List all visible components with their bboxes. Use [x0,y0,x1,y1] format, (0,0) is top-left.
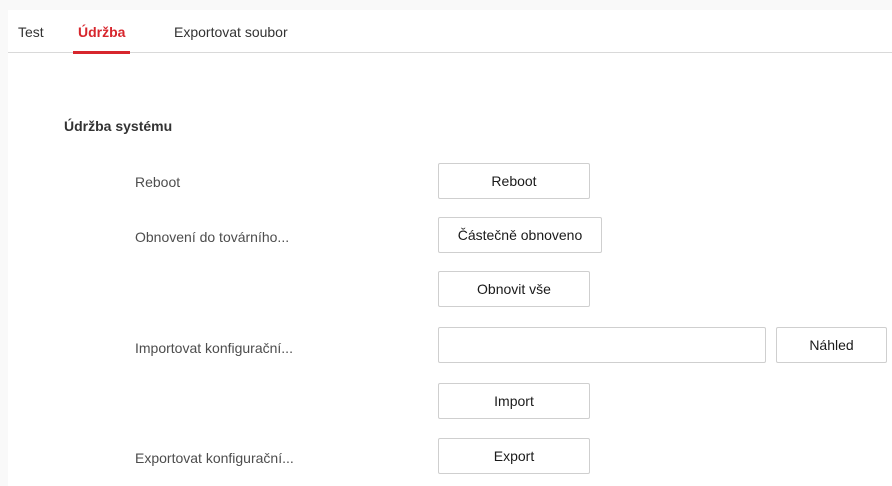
partial-restore-button[interactable]: Částečně obnoveno [438,217,602,253]
tab-maintenance[interactable]: Údržba [72,10,131,54]
tab-export-file[interactable]: Exportovat soubor [174,10,288,52]
export-button[interactable]: Export [438,438,590,474]
config-file-path-input[interactable] [438,327,766,363]
import-config-label: Importovat konfigurační... [135,340,293,356]
browse-button[interactable]: Náhled [776,327,887,363]
tab-test[interactable]: Test [18,10,44,52]
tab-bar: Test Údržba Exportovat soubor [8,10,892,54]
reboot-button[interactable]: Reboot [438,163,590,199]
restore-all-button[interactable]: Obnovit vše [438,271,590,307]
page-background: Test Údržba Exportovat soubor Údržba sys… [0,0,892,486]
section-title: Údržba systému [64,118,173,134]
factory-reset-label: Obnovení do továrního... [135,229,290,245]
reboot-label: Reboot [135,174,181,190]
import-button[interactable]: Import [438,383,590,419]
content-panel: Test Údržba Exportovat soubor Údržba sys… [8,10,892,486]
export-config-label: Exportovat konfigurační... [135,450,294,466]
